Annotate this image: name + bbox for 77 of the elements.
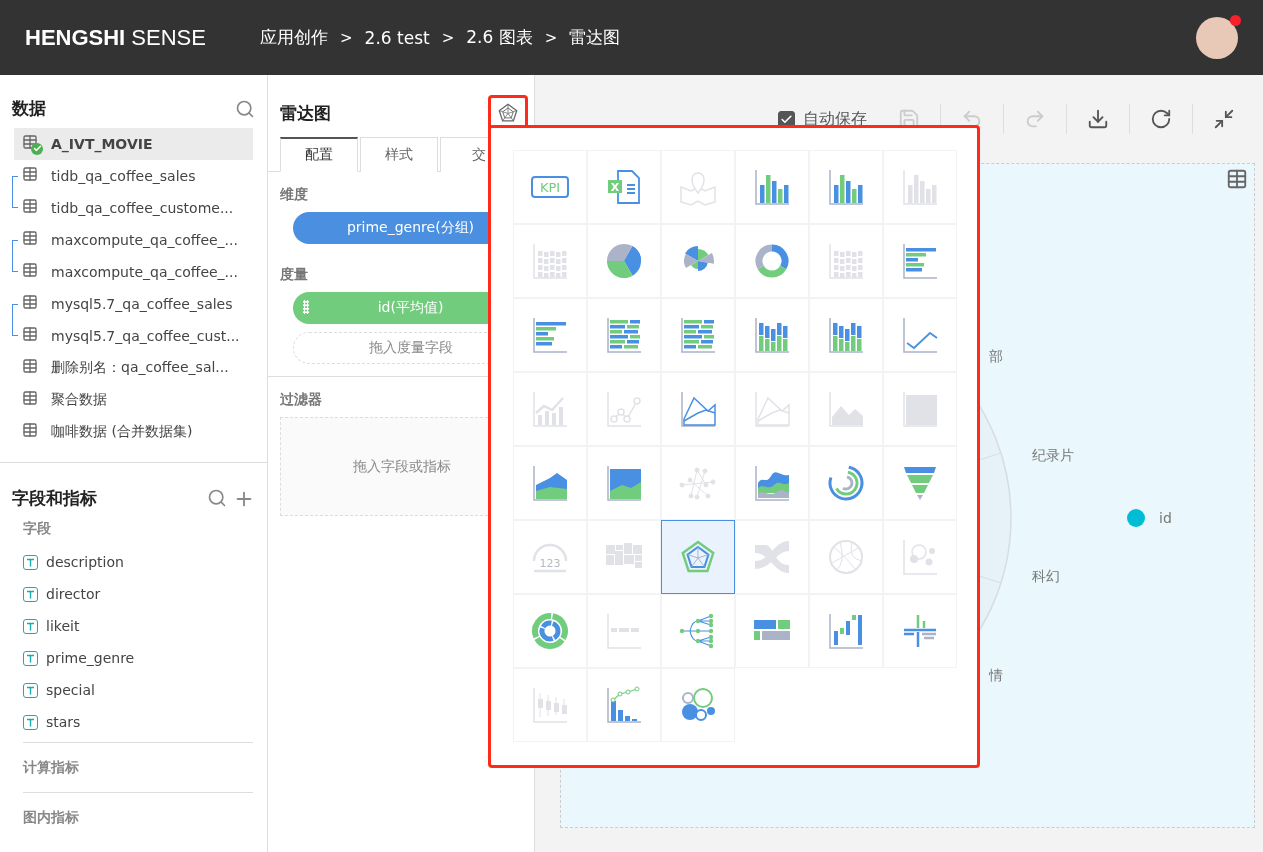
dataset-item[interactable]: maxcompute_qa_coffee_...: [14, 224, 253, 256]
download-icon: [1087, 108, 1109, 130]
search-icon[interactable]: [235, 98, 255, 119]
text-type-icon: [23, 650, 38, 666]
field-item[interactable]: special: [23, 674, 253, 706]
dataset-item[interactable]: 聚合数据: [14, 384, 253, 416]
axis-label: 情: [989, 667, 1003, 685]
text-type-icon: [23, 618, 38, 634]
dataset-name: A_IVT_MOVIE: [51, 136, 153, 152]
field-name: director: [46, 586, 101, 602]
connector-line: [12, 176, 18, 208]
dataset-name: maxcompute_qa_coffee_...: [51, 264, 238, 280]
field-item[interactable]: likeit: [23, 610, 253, 642]
dataset-name: maxcompute_qa_coffee_...: [51, 232, 238, 248]
legend-label: id: [1159, 510, 1172, 526]
dataset-item[interactable]: mysql5.7_qa_coffee_cust...: [14, 320, 253, 352]
field-name: description: [46, 554, 124, 570]
dataset-item[interactable]: maxcompute_qa_coffee_...: [14, 256, 253, 288]
breadcrumb-separator: >: [441, 28, 455, 47]
text-type-icon: [23, 714, 38, 730]
text-type-icon: [23, 586, 38, 602]
text-type-icon: [23, 682, 38, 698]
dataset-item[interactable]: tidb_qa_coffee_custome...: [14, 192, 253, 224]
connector-line: [12, 240, 18, 272]
field-name: stars: [46, 714, 81, 730]
axis-label: 科幻: [1032, 568, 1060, 586]
panel-title: 数据: [12, 97, 46, 120]
user-avatar[interactable]: [1196, 16, 1238, 59]
dataset-name: tidb_qa_coffee_sales: [51, 168, 196, 184]
dataset-item[interactable]: 咖啡数据 (合并数据集): [14, 416, 253, 448]
dataset-item[interactable]: tidb_qa_coffee_sales: [14, 160, 253, 192]
tab[interactable]: 配置: [280, 137, 358, 172]
redo-icon: [1024, 108, 1046, 130]
dataset-name: tidb_qa_coffee_custome...: [51, 200, 234, 216]
section-label: 维度: [280, 186, 309, 204]
field-name: prime_genre: [46, 650, 135, 666]
text-type-icon: [23, 554, 38, 570]
breadcrumb-link[interactable]: 2.6 图表: [466, 26, 533, 49]
chart-title: 雷达图: [280, 101, 331, 125]
breadcrumb-link[interactable]: 雷达图: [569, 26, 621, 49]
dataset-name: mysql5.7_qa_coffee_sales: [51, 296, 233, 312]
radar-chart-icon: [497, 102, 519, 124]
breadcrumb-separator: >: [340, 28, 353, 47]
breadcrumb-link[interactable]: 应用创作: [260, 26, 328, 49]
dataset-name: 咖啡数据 (合并数据集): [51, 423, 193, 441]
field-item[interactable]: prime_genre: [23, 642, 253, 674]
dataset-name: 聚合数据: [51, 391, 107, 409]
dataset-name: 删除别名：qa_coffee_sal...: [51, 359, 229, 377]
dataset-item[interactable]: mysql5.7_qa_coffee_sales: [14, 288, 253, 320]
section-heading: 图内指标: [23, 808, 80, 827]
axis-label: 部: [989, 348, 1003, 366]
brand-logo[interactable]: HENGSHI SENSE: [25, 24, 260, 51]
section-heading: 计算指标: [23, 758, 80, 777]
connector-line: [12, 304, 18, 336]
breadcrumb-link[interactable]: 2.6 test: [364, 27, 430, 48]
field-name: likeit: [46, 618, 80, 634]
dataset-item[interactable]: A_IVT_MOVIE: [14, 128, 253, 160]
field-name: special: [46, 682, 95, 698]
table-view-icon[interactable]: [1226, 168, 1248, 190]
breadcrumb-separator: >: [544, 28, 558, 47]
field-item[interactable]: description: [23, 546, 253, 578]
tab[interactable]: 样式: [360, 137, 438, 172]
refresh-icon: [1150, 108, 1172, 130]
chart-type-option[interactable]: [661, 520, 735, 594]
panel-title: 字段和指标: [12, 487, 97, 510]
collapse-icon: [1213, 108, 1235, 130]
check-icon: [780, 112, 793, 126]
table-icon: [22, 133, 43, 155]
dataset-item[interactable]: 删除别名：qa_coffee_sal...: [14, 352, 253, 384]
section-heading: 字段: [23, 519, 52, 538]
field-item[interactable]: stars: [23, 706, 253, 738]
field-item[interactable]: director: [23, 578, 253, 610]
section-label: 度量: [280, 266, 309, 284]
search-icon[interactable]: [207, 487, 227, 508]
section-label: 过滤器: [280, 391, 323, 409]
axis-label: 纪录片: [1032, 447, 1074, 465]
dataset-name: mysql5.7_qa_coffee_cust...: [51, 328, 240, 344]
